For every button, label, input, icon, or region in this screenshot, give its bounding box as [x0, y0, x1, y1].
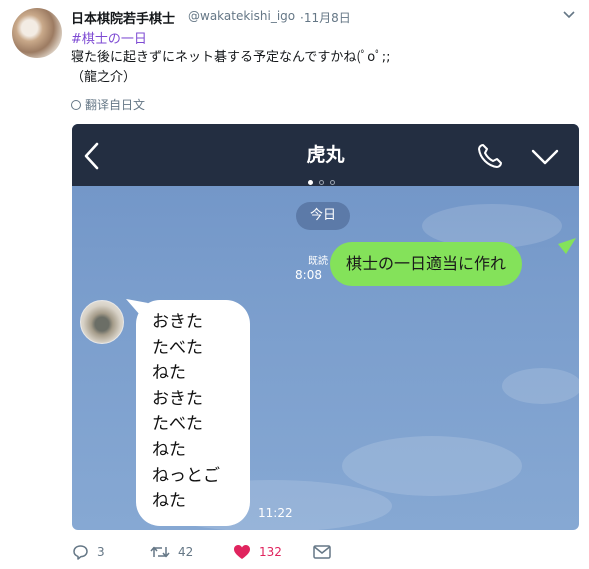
message-line: ねっとご: [152, 465, 220, 486]
tweet-text-line: 寝た後に起きずにネット碁する予定なんですかね(ﾟoﾟ;;: [71, 50, 391, 65]
page-indicator: [308, 170, 341, 189]
message-time: 8:08: [295, 268, 322, 282]
chat-screenshot-image[interactable]: 虎丸 今日 既読 8:08 棋士の一日適当に作れ おきた たべた ねた おきた …: [72, 124, 579, 530]
user-avatar[interactable]: [12, 8, 62, 58]
message-line: たべた: [152, 337, 203, 358]
tweet-text-line: （龍之介）: [71, 70, 137, 85]
message-line: おきた: [152, 388, 203, 409]
reply-count: 3: [97, 545, 105, 559]
hashtag-link[interactable]: #棋士の一日: [71, 28, 147, 47]
retweet-button[interactable]: 42: [150, 540, 193, 564]
contact-avatar: [80, 300, 124, 344]
message-line: おきた: [152, 312, 203, 332]
chevron-down-icon[interactable]: [562, 8, 576, 22]
page-dot: [308, 180, 313, 185]
tweet-actions: 3 42 132: [0, 540, 589, 564]
translate-label: 翻译自日文: [85, 98, 146, 112]
author-name[interactable]: 日本棋院若手棋士: [71, 8, 175, 27]
message-line: ねた: [152, 491, 186, 512]
phone-icon[interactable]: [476, 142, 504, 170]
reply-button[interactable]: 3: [72, 540, 105, 564]
outgoing-message-bubble: 棋士の一日適当に作れ: [330, 242, 523, 286]
read-receipt: 既読: [308, 256, 328, 267]
like-count: 132: [259, 545, 282, 559]
message-line: ねた: [152, 363, 186, 384]
author-handle[interactable]: @wakatekishi_igo: [188, 9, 295, 23]
direct-message-button[interactable]: [313, 540, 339, 564]
chevron-down-icon[interactable]: [530, 148, 560, 166]
message-line: たべた: [152, 414, 203, 435]
message-time: 11:22: [258, 506, 293, 520]
like-button[interactable]: 132: [233, 540, 282, 564]
incoming-message-text: おきた たべた ねた おきた たべた ねた ねっとご ねた: [152, 310, 220, 515]
message-line: ねた: [152, 439, 186, 460]
page-dot: [319, 180, 324, 185]
tweet-date[interactable]: ·11月8日: [300, 9, 351, 26]
retweet-count: 42: [178, 545, 194, 559]
retweet-icon: [150, 546, 170, 558]
globe-icon: [71, 100, 81, 110]
date-pill: 今日: [296, 202, 351, 230]
translate-link[interactable]: 翻译自日文: [71, 96, 145, 113]
reply-icon: [73, 545, 88, 560]
page-dot: [330, 180, 335, 185]
bubble-tail: [558, 238, 576, 254]
mail-icon: [313, 545, 331, 559]
heart-icon: [234, 545, 250, 559]
